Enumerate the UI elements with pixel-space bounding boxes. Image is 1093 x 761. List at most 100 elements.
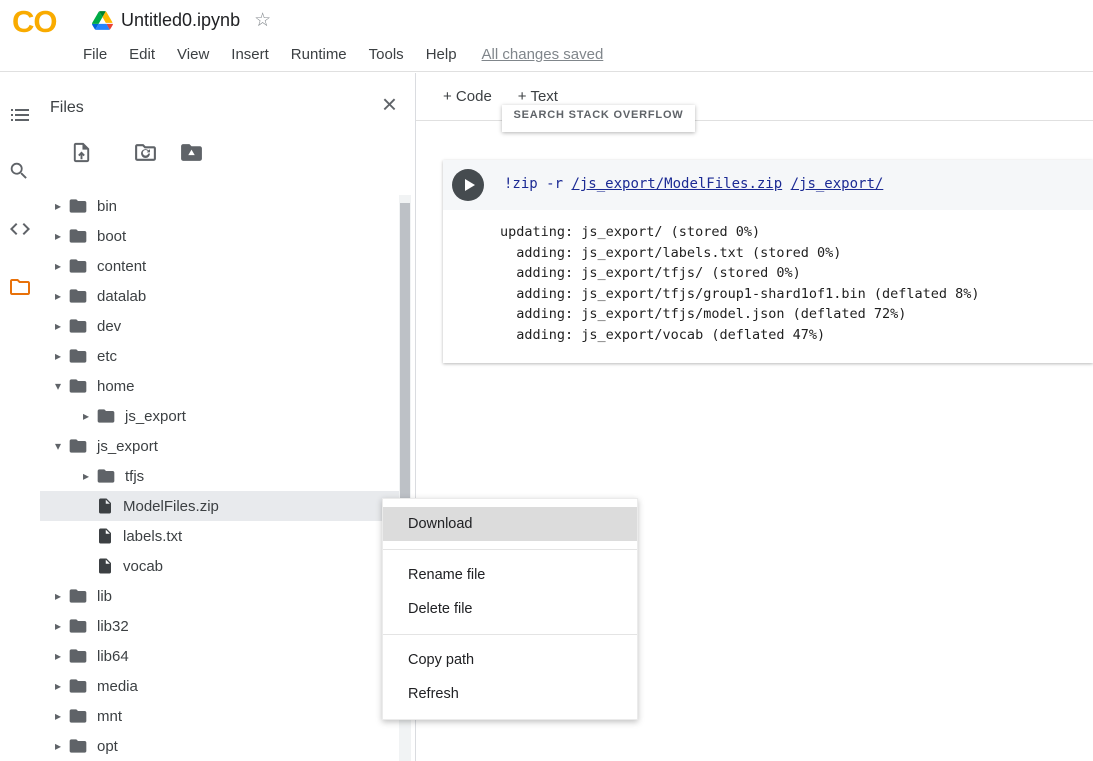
menu-bar: File Edit View Insert Runtime Tools Help…: [72, 42, 603, 66]
table-of-contents-icon[interactable]: [8, 103, 32, 127]
folder-icon: [68, 586, 88, 606]
tree-row[interactable]: ▸ media: [40, 671, 399, 701]
menu-item-insert[interactable]: Insert: [220, 46, 280, 63]
tree-expand-arrow-icon[interactable]: ▸: [76, 469, 96, 483]
tree-row[interactable]: ▾ js_export: [40, 431, 399, 461]
code-cell: !zip -r /js_export/ModelFiles.zip /js_ex…: [443, 160, 1093, 363]
tree-row[interactable]: ▸ dev: [40, 311, 399, 341]
context-menu-divider: [383, 549, 637, 550]
title-row: Untitled0.ipynb ☆: [92, 9, 271, 32]
output-line: updating: js_export/ (stored 0%): [500, 222, 1093, 243]
add-text-button[interactable]: + Text: [518, 88, 558, 105]
files-toolbar: [40, 133, 415, 173]
output-line: adding: js_export/labels.txt (stored 0%): [500, 243, 1093, 264]
menu-item-edit[interactable]: Edit: [118, 46, 166, 63]
tree-item-label: vocab: [123, 558, 163, 575]
context-menu-item[interactable]: Delete file: [383, 592, 637, 626]
tree-expand-arrow-icon[interactable]: ▸: [48, 229, 68, 243]
tree-row[interactable]: ▸ boot: [40, 221, 399, 251]
tree-expand-arrow-icon[interactable]: ▾: [48, 439, 68, 453]
tree-row[interactable]: ▸ lib32: [40, 611, 399, 641]
tree-row[interactable]: ▸ content: [40, 251, 399, 281]
tree-row[interactable]: labels.txt: [40, 521, 399, 551]
output-line: adding: js_export/tfjs/group1-shard1of1.…: [500, 284, 1093, 305]
tree-item-label: home: [97, 378, 135, 395]
folder-icon: [68, 316, 88, 336]
tree-row[interactable]: ▸ opt: [40, 731, 399, 761]
code-separator: [782, 176, 790, 192]
tree-item-label: media: [97, 678, 138, 695]
tree-expand-arrow-icon[interactable]: ▸: [48, 679, 68, 693]
tree-item-label: tfjs: [125, 468, 144, 485]
tree-row[interactable]: ▸ etc: [40, 341, 399, 371]
tree-expand-arrow-icon[interactable]: ▸: [48, 739, 68, 753]
code-path-link-2[interactable]: /js_export/: [791, 176, 884, 192]
tree-expand-arrow-icon[interactable]: ▸: [48, 349, 68, 363]
app-header: CO Untitled0.ipynb ☆ File Edit View Inse…: [0, 0, 1093, 72]
tree-row[interactable]: ModelFiles.zip: [40, 491, 399, 521]
folder-icon: [68, 436, 88, 456]
refresh-folder-icon[interactable]: [130, 137, 160, 167]
folder-icon: [68, 616, 88, 636]
code-cell-header: !zip -r /js_export/ModelFiles.zip /js_ex…: [443, 160, 1093, 210]
scrollbar-thumb[interactable]: [400, 203, 410, 535]
autosave-status[interactable]: All changes saved: [482, 46, 604, 63]
search-stack-overflow-button[interactable]: SEARCH STACK OVERFLOW: [502, 105, 695, 132]
search-icon[interactable]: [8, 160, 32, 184]
menu-item-view[interactable]: View: [166, 46, 220, 63]
context-menu-item[interactable]: Copy path: [383, 643, 637, 677]
tree-row[interactable]: ▸ bin: [40, 191, 399, 221]
code-path-link-1[interactable]: /js_export/ModelFiles.zip: [571, 176, 782, 192]
tree-row[interactable]: ▸ lib: [40, 581, 399, 611]
tree-expand-arrow-icon[interactable]: ▸: [48, 709, 68, 723]
tree-expand-arrow-icon[interactable]: ▸: [48, 199, 68, 213]
context-menu-divider: [383, 634, 637, 635]
tree-expand-arrow-icon[interactable]: ▸: [76, 409, 96, 423]
tree-row[interactable]: ▸ datalab: [40, 281, 399, 311]
cell-output: updating: js_export/ (stored 0%) adding:…: [443, 210, 1093, 363]
tree-item-label: ModelFiles.zip: [123, 498, 219, 515]
tree-expand-arrow-icon[interactable]: ▸: [48, 289, 68, 303]
add-code-button[interactable]: + Code: [443, 88, 492, 105]
close-panel-icon[interactable]: ×: [382, 91, 397, 117]
menu-item-runtime[interactable]: Runtime: [280, 46, 358, 63]
output-line: adding: js_export/tfjs/ (stored 0%): [500, 263, 1093, 284]
tree-item-label: bin: [97, 198, 117, 215]
tree-row[interactable]: vocab: [40, 551, 399, 581]
folder-icon: [68, 376, 88, 396]
colab-logo[interactable]: CO: [12, 4, 57, 40]
notebook-title[interactable]: Untitled0.ipynb: [121, 10, 240, 31]
mount-drive-icon[interactable]: [176, 137, 206, 167]
play-icon: [465, 179, 475, 191]
menu-item-file[interactable]: File: [72, 46, 118, 63]
tree-expand-arrow-icon[interactable]: ▸: [48, 259, 68, 273]
code-editor-line[interactable]: !zip -r /js_export/ModelFiles.zip /js_ex…: [484, 160, 883, 210]
tree-expand-arrow-icon[interactable]: ▾: [48, 379, 68, 393]
menu-bar-items: File Edit View Insert Runtime Tools Help: [72, 46, 468, 63]
tree-row[interactable]: ▸ js_export: [40, 401, 399, 431]
context-menu-item[interactable]: Download: [383, 507, 637, 541]
context-menu-item[interactable]: Rename file: [383, 558, 637, 592]
tree-row[interactable]: ▸ lib64: [40, 641, 399, 671]
tree-expand-arrow-icon[interactable]: ▸: [48, 589, 68, 603]
tree-row[interactable]: ▸ mnt: [40, 701, 399, 731]
menu-item-help[interactable]: Help: [415, 46, 468, 63]
tree-expand-arrow-icon[interactable]: ▸: [48, 619, 68, 633]
folder-icon: [68, 226, 88, 246]
tree-expand-arrow-icon[interactable]: ▸: [48, 649, 68, 663]
folder-icon: [68, 736, 88, 756]
context-menu-item[interactable]: Refresh: [383, 677, 637, 711]
tree-row[interactable]: ▸ tfjs: [40, 461, 399, 491]
run-cell-button[interactable]: [452, 169, 484, 201]
tree-item-label: js_export: [97, 438, 158, 455]
folder-icon: [68, 346, 88, 366]
menu-item-tools[interactable]: Tools: [358, 46, 415, 63]
files-tab-icon[interactable]: [8, 275, 32, 299]
file-icon: [96, 527, 114, 545]
tree-row[interactable]: ▾ home: [40, 371, 399, 401]
search-stack-overflow-label: SEARCH STACK OVERFLOW: [514, 108, 684, 122]
star-icon[interactable]: ☆: [254, 9, 271, 32]
code-snippets-icon[interactable]: [8, 217, 32, 241]
upload-icon[interactable]: [66, 137, 96, 167]
tree-expand-arrow-icon[interactable]: ▸: [48, 319, 68, 333]
